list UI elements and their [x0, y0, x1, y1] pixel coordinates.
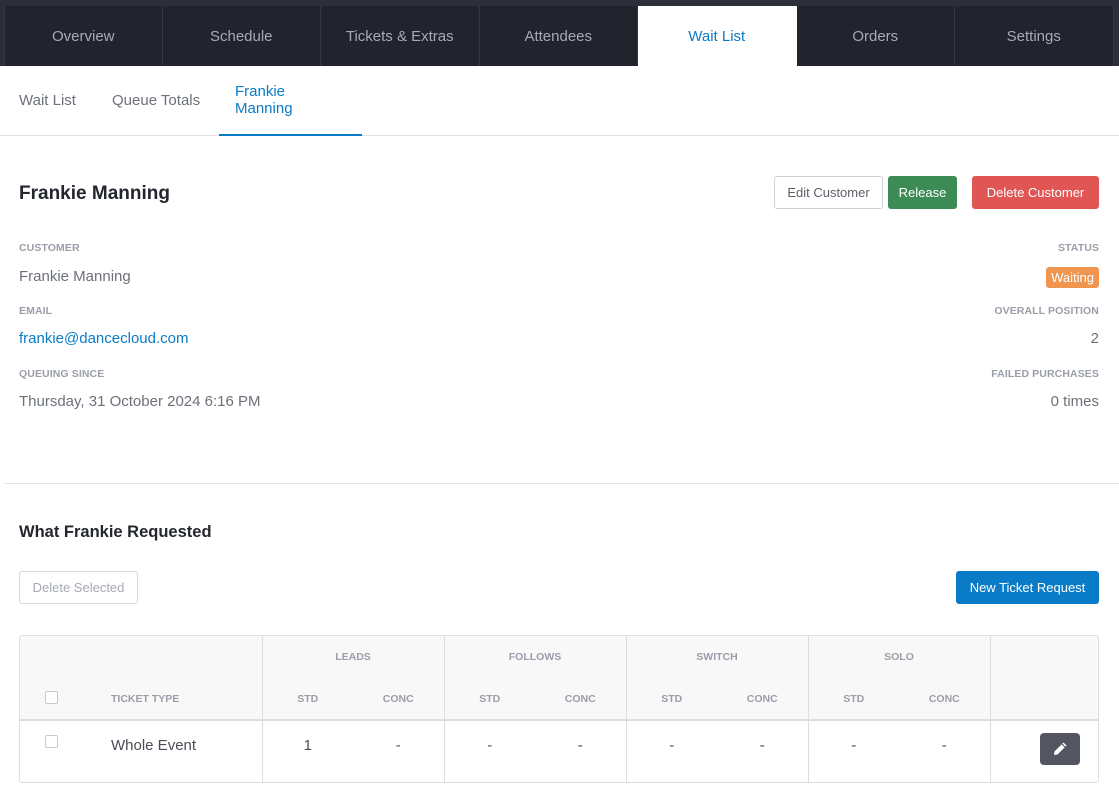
tab-wait-list[interactable]: Wait List	[638, 6, 797, 66]
follows-std-cell: -	[443, 720, 535, 782]
status-badge: Waiting	[1046, 267, 1099, 288]
section-divider	[4, 483, 1119, 484]
status-label: STATUS	[1057, 242, 1099, 254]
header-follows-std: STD	[443, 678, 535, 721]
header-actions	[989, 636, 1098, 678]
subtab-wait-list[interactable]: Wait List	[19, 66, 76, 135]
header-group-follows: FOLLOWS	[443, 636, 626, 678]
requests-table: LEADS FOLLOWS SWITCH SOLO TICKET TYPE ST…	[19, 635, 1099, 783]
edit-request-button[interactable]	[1040, 733, 1081, 765]
select-all-cell	[20, 678, 75, 721]
customer-value: Frankie Manning	[19, 268, 131, 285]
header-actions-sub	[989, 678, 1098, 721]
new-ticket-request-button[interactable]: New Ticket Request	[956, 571, 1099, 604]
email-label: EMAIL	[19, 305, 53, 317]
select-all-checkbox[interactable]	[45, 690, 58, 704]
header-solo-conc: CONC	[899, 678, 991, 721]
failed-purchases-label: FAILED PURCHASES	[991, 368, 1099, 380]
solo-conc-cell: -	[941, 737, 947, 754]
edit-customer-button[interactable]: Edit Customer	[774, 176, 883, 209]
leads-conc-cell: -	[395, 737, 401, 754]
delete-selected-button[interactable]: Delete Selected	[19, 571, 138, 604]
solo-std-cell: -	[807, 720, 900, 782]
switch-std-cell: -	[625, 720, 717, 782]
table-row: Whole Event 1 - - - - - - -	[20, 720, 1098, 782]
failed-purchases-value: 0 times	[1050, 393, 1099, 410]
header-leads-conc: CONC	[353, 678, 444, 721]
row-checkbox[interactable]	[45, 735, 58, 748]
switch-conc-cell: -	[759, 737, 765, 754]
sub-tabs: Wait List Queue Totals Frankie Manning	[0, 66, 1119, 136]
subtab-customer[interactable]: Frankie Manning	[219, 66, 362, 136]
header-group-leads: LEADS	[261, 636, 444, 678]
customer-label: CUSTOMER	[19, 242, 80, 254]
requests-title: What Frankie Requested	[19, 523, 212, 541]
row-select-cell	[20, 720, 75, 782]
overall-position-value: 2	[1090, 330, 1099, 347]
leads-std-cell: 1	[261, 720, 353, 782]
header-group-solo: SOLO	[807, 636, 991, 678]
tab-schedule[interactable]: Schedule	[162, 6, 321, 66]
header-spacer	[20, 636, 262, 678]
pencil-icon	[1054, 742, 1067, 755]
subtab-queue-totals[interactable]: Queue Totals	[112, 66, 200, 135]
email-link[interactable]: frankie@dancecloud.com	[19, 330, 188, 347]
tab-tickets-extras[interactable]: Tickets & Extras	[321, 6, 480, 66]
customer-title: Frankie Manning	[19, 183, 170, 204]
overall-position-label: OVERALL POSITION	[994, 305, 1099, 317]
header-switch-std: STD	[625, 678, 717, 721]
header-switch-conc: CONC	[717, 678, 809, 721]
tab-orders[interactable]: Orders	[796, 6, 955, 66]
top-tabs: Overview Schedule Tickets & Extras Atten…	[4, 6, 1114, 66]
delete-customer-button[interactable]: Delete Customer	[972, 176, 1099, 209]
tab-settings[interactable]: Settings	[955, 6, 1114, 66]
top-nav-bar: Overview Schedule Tickets & Extras Atten…	[0, 0, 1119, 66]
queuing-since-value: Thursday, 31 October 2024 6:16 PM	[19, 393, 261, 410]
header-follows-conc: CONC	[535, 678, 626, 721]
row-actions-cell	[989, 720, 1098, 782]
header-solo-std: STD	[807, 678, 900, 721]
release-button[interactable]: Release	[888, 176, 957, 209]
queuing-since-label: QUEUING SINCE	[19, 368, 105, 380]
header-group-switch: SWITCH	[625, 636, 809, 678]
tab-attendees[interactable]: Attendees	[479, 6, 638, 66]
header-ticket-type: TICKET TYPE	[75, 678, 262, 721]
follows-conc-cell: -	[577, 737, 583, 754]
header-leads-std: STD	[261, 678, 353, 721]
tab-overview[interactable]: Overview	[4, 6, 163, 66]
ticket-type-cell: Whole Event	[111, 737, 197, 754]
